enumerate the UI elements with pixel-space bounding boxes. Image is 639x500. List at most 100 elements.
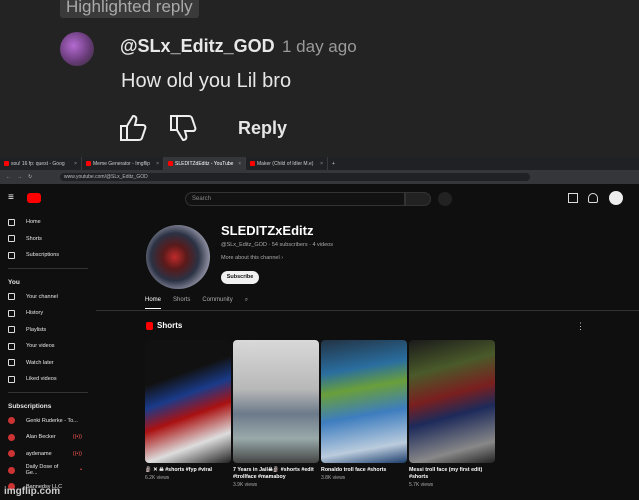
youtube-logo[interactable] <box>27 193 41 203</box>
close-icon[interactable]: × <box>320 161 323 167</box>
back-icon[interactable]: ← <box>6 174 11 180</box>
mic-icon[interactable] <box>438 192 452 206</box>
short-views: 3.9K views <box>233 482 258 488</box>
search-icon[interactable]: ⌕ <box>245 297 248 309</box>
new-dot-icon: • <box>80 467 82 474</box>
close-icon[interactable]: × <box>74 161 77 167</box>
sidebar-item-history[interactable]: History <box>0 305 96 322</box>
shorts-section-header: Shorts <box>146 321 182 330</box>
sidebar-item-shorts[interactable]: Shorts <box>0 231 96 248</box>
menu-icon[interactable]: ≡ <box>8 192 14 203</box>
browser-tab[interactable]: Meme Generator - Imgflip × <box>82 157 164 170</box>
bell-icon[interactable] <box>588 193 598 203</box>
browser-tab[interactable]: Maker (Child of Idler M.e) × <box>246 157 328 170</box>
tab-shorts[interactable]: Shorts <box>173 297 190 309</box>
you-header[interactable]: You <box>0 277 96 289</box>
search-button[interactable] <box>405 192 431 206</box>
create-icon[interactable] <box>568 193 578 203</box>
youtube-favicon-icon <box>168 161 173 166</box>
subscriptions-icon <box>8 251 15 259</box>
browser-tab[interactable]: sou! 16 fp: quest - Goog × <box>0 157 82 170</box>
chevron-right-icon: › <box>281 255 284 261</box>
comment-text: How old you Lil bro <box>121 70 292 92</box>
thumbs-up-icon[interactable] <box>118 113 148 143</box>
channel-icon <box>8 293 15 301</box>
comment-author[interactable]: @SLx_Editz_GOD <box>120 36 275 57</box>
forward-icon[interactable]: → <box>17 174 22 180</box>
favicon-icon <box>86 161 91 166</box>
more-options-icon[interactable]: ⋮ <box>576 321 585 332</box>
search-input[interactable]: Search <box>185 192 405 206</box>
short-card[interactable]: Messi troll face (my first edit) #shorts… <box>409 340 495 488</box>
channel-avatar <box>8 466 15 474</box>
short-title[interactable]: Ronaldo troll face #shorts <box>321 467 407 474</box>
tab-community[interactable]: Community <box>202 297 232 309</box>
close-icon[interactable]: × <box>238 161 241 167</box>
short-card[interactable]: 🗿 ✕ ☠ #shorts #fyp #viral 6.2K views <box>145 340 231 481</box>
browser-tabs: sou! 16 fp: quest - Goog × Meme Generator… <box>0 157 639 170</box>
short-thumbnail[interactable] <box>321 340 407 463</box>
watermark: imgflip.com <box>4 486 61 497</box>
short-card[interactable]: Ronaldo troll face #shorts 3.8K views <box>321 340 407 481</box>
sidebar-item-playlists[interactable]: Playlists <box>0 322 96 339</box>
short-thumbnail[interactable] <box>233 340 319 463</box>
live-icon: ((•)) <box>72 434 82 441</box>
live-icon: ((•)) <box>72 450 82 457</box>
shorts-icon <box>8 235 15 243</box>
divider <box>96 310 639 311</box>
short-title[interactable]: Messi troll face (my first edit) #shorts <box>409 467 495 481</box>
reply-button[interactable]: Reply <box>238 118 287 139</box>
subscription-item[interactable]: Genki Ruderke - To... <box>0 413 96 430</box>
sidebar-item-your-channel[interactable]: Your channel <box>0 289 96 306</box>
channel-more-link[interactable]: More about this channel › <box>221 255 283 261</box>
video-icon <box>8 342 15 350</box>
highlighted-badge: Highlighted reply <box>60 0 199 18</box>
home-icon <box>8 218 15 226</box>
channel-tabs: Home Shorts Community ⌕ <box>145 297 248 309</box>
shorts-icon <box>146 321 153 330</box>
short-views: 3.8K views <box>321 475 346 481</box>
clock-icon <box>8 359 15 367</box>
short-title[interactable]: 🗿 ✕ ☠ #shorts #fyp #viral <box>145 467 231 474</box>
short-views: 6.2K views <box>145 475 170 481</box>
close-icon[interactable]: × <box>156 161 159 167</box>
subscription-item[interactable]: Daily Dose of Ge... • <box>0 462 96 479</box>
account-avatar[interactable] <box>609 191 623 205</box>
short-card[interactable]: 7 Years in Jail☠🗿 #shorts #edit #trollfa… <box>233 340 319 488</box>
comment-time: 1 day ago <box>282 37 357 56</box>
comment-panel: Highlighted reply @SLx_Editz_GOD 1 day a… <box>0 0 639 157</box>
short-title[interactable]: 7 Years in Jail☠🗿 #shorts #edit #trollfa… <box>233 467 319 481</box>
sidebar-item-your-videos[interactable]: Your videos <box>0 338 96 355</box>
youtube-header: ≡ Search <box>0 184 639 214</box>
sidebar-item-liked-videos[interactable]: Liked videos <box>0 371 96 388</box>
favicon-icon <box>4 161 9 166</box>
channel-avatar <box>8 433 15 441</box>
new-tab-button[interactable]: + <box>328 157 348 170</box>
url-field[interactable]: www.youtube.com/@SLx_Editz_GOD <box>60 173 530 181</box>
sidebar-item-subscriptions[interactable]: Subscriptions <box>0 247 96 264</box>
short-views: 5.7K views <box>409 482 434 488</box>
subscription-item[interactable]: aydename ((•)) <box>0 446 96 463</box>
sidebar-item-watch-later[interactable]: Watch later <box>0 355 96 372</box>
subscribe-button[interactable]: Subscribe <box>221 271 259 284</box>
youtube-favicon-icon <box>250 161 255 166</box>
avatar[interactable] <box>60 32 94 66</box>
divider <box>8 267 88 269</box>
channel-avatar <box>8 450 15 458</box>
short-thumbnail[interactable] <box>409 340 495 463</box>
divider <box>8 391 88 393</box>
subscriptions-header: Subscriptions <box>8 402 52 410</box>
tab-home[interactable]: Home <box>145 297 162 309</box>
channel-meta: @SLx_Editz_GOD · 54 subscribers · 4 vide… <box>221 242 333 248</box>
channel-avatar <box>8 417 15 425</box>
sidebar-item-home[interactable]: Home <box>0 214 96 231</box>
short-thumbnail[interactable] <box>145 340 231 463</box>
channel-avatar-large[interactable] <box>146 225 210 289</box>
subscription-item[interactable]: Alan Becker ((•)) <box>0 429 96 446</box>
youtube-screenshot: sou! 16 fp: quest - Goog × Meme Generator… <box>0 157 639 500</box>
browser-tab-active[interactable]: SLEDITZdEditz - YouTube × <box>164 157 246 170</box>
reload-icon[interactable]: ↻ <box>28 174 32 180</box>
thumbs-down-icon[interactable] <box>168 113 198 143</box>
playlist-icon <box>8 326 15 334</box>
history-icon <box>8 309 15 317</box>
